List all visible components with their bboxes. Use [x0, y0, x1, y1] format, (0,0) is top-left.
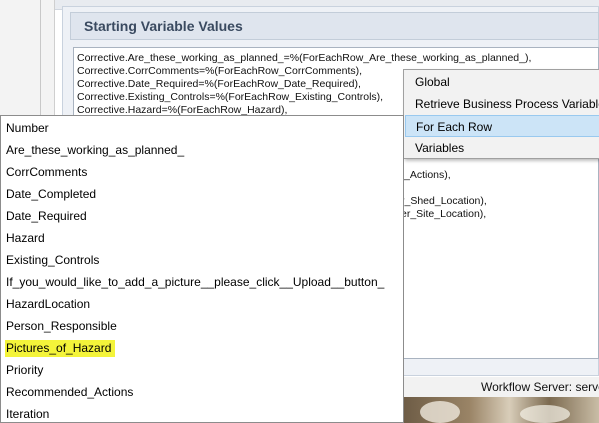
value-line-partial: r_Shed_Location), — [401, 195, 487, 207]
menu-item-label: Variables — [415, 141, 465, 155]
field-option[interactable]: Date_Required — [6, 209, 87, 224]
workflow-server-status: Workflow Server: serve — [481, 380, 599, 394]
image-highlight — [520, 405, 570, 423]
for-each-row-field-list: Number Are_these_working_as_planned_ Cor… — [0, 115, 404, 423]
background-image — [400, 397, 599, 423]
menu-item-variables[interactable]: Variables — [405, 137, 599, 159]
field-option-pictures-of-hazard[interactable]: Pictures_of_Hazard — [5, 340, 116, 357]
field-option[interactable]: If_you_would_like_to_add_a_picture__plea… — [6, 275, 384, 290]
field-option[interactable]: Person_Responsible — [6, 319, 117, 334]
menu-item-label: Retrieve Business Process Variables — [415, 97, 599, 111]
status-bar: Workflow Server: serve — [395, 377, 599, 397]
field-option[interactable]: Date_Completed — [6, 187, 96, 202]
section-header: Starting Variable Values — [70, 12, 599, 40]
value-line-partial: er_Site_Location), — [401, 208, 487, 220]
value-line: Corrective.Are_these_working_as_planned_… — [77, 52, 532, 64]
value-line: Corrective.Date_Required=%(ForEachRow_Da… — [77, 78, 361, 90]
menu-item-label: For Each Row — [416, 120, 493, 134]
field-option[interactable]: Are_these_working_as_planned_ — [6, 143, 184, 158]
image-highlight — [420, 401, 460, 423]
field-option[interactable]: Recommended_Actions — [6, 385, 133, 400]
field-option[interactable]: Number — [6, 121, 49, 136]
field-option[interactable]: CorrComments — [6, 165, 87, 180]
menu-item-global[interactable]: Global — [405, 71, 599, 93]
variable-source-menu: Global Retrieve Business Process Variabl… — [403, 69, 599, 159]
value-line: Corrective.Existing_Controls=%(ForEachRo… — [77, 91, 384, 103]
value-line-partial: _Actions), — [404, 169, 451, 181]
section-title: Starting Variable Values — [84, 18, 243, 34]
field-option[interactable]: Hazard — [6, 231, 45, 246]
panel-divider — [40, 0, 41, 120]
field-option[interactable]: Priority — [6, 363, 43, 378]
menu-item-for-each-row[interactable]: For Each Row — [405, 115, 599, 137]
field-option[interactable]: Iteration — [6, 407, 49, 422]
menu-item-retrieve-business-process-variables[interactable]: Retrieve Business Process Variables — [405, 93, 599, 115]
field-option[interactable]: HazardLocation — [6, 297, 90, 312]
field-option[interactable]: Existing_Controls — [6, 253, 99, 268]
menu-item-label: Global — [415, 75, 450, 89]
value-line: Corrective.CorrComments=%(ForEachRow_Cor… — [77, 65, 363, 77]
